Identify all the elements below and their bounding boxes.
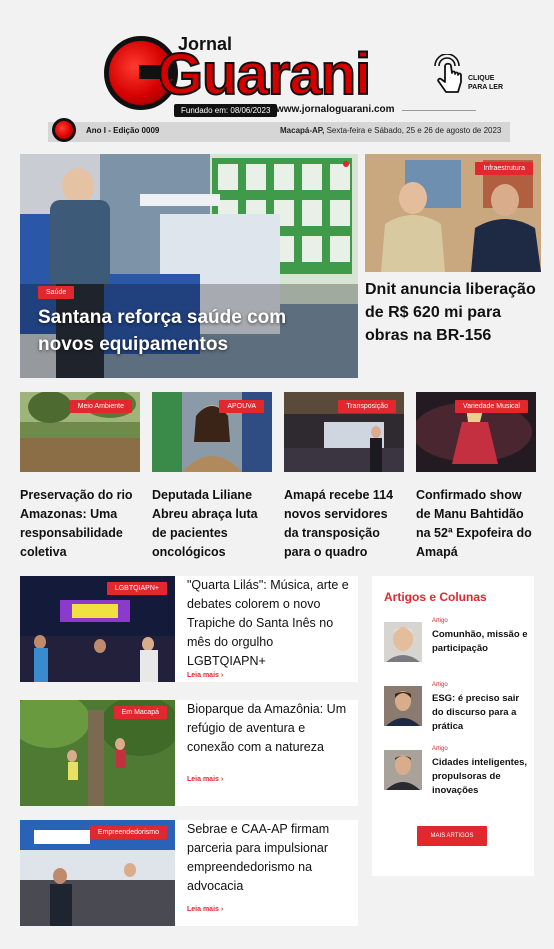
columnist-avatar bbox=[384, 750, 422, 790]
grid-story-image[interactable]: APOUVA bbox=[152, 392, 272, 472]
category-tag[interactable]: APOUVA bbox=[219, 400, 264, 413]
list-story-headline[interactable]: Bioparque da Amazônia: Um refúgio de ave… bbox=[187, 700, 352, 757]
category-tag[interactable]: Transposição bbox=[338, 400, 396, 413]
list-story-headline[interactable]: Sebrae e CAA-AP firmam parceria para imp… bbox=[187, 820, 352, 896]
category-tag[interactable]: Infraestrutura bbox=[475, 162, 533, 175]
articles-sidebar: Artigos e Colunas Artigo Comunhão, missã… bbox=[372, 576, 534, 876]
click-to-read-label: CLIQUE PARA LER bbox=[468, 75, 503, 91]
list-story-image[interactable]: Em Macapá bbox=[20, 700, 175, 806]
article-item[interactable]: Artigo Comunhão, missão e participação bbox=[384, 618, 530, 668]
grid-story-card[interactable]: Meio Ambiente Preservação do rio Amazona… bbox=[20, 392, 140, 562]
small-logo-icon bbox=[52, 118, 76, 142]
grid-story-headline[interactable]: Amapá recebe 114 novos servidores da tra… bbox=[284, 486, 404, 562]
category-tag[interactable]: LGBTQIAPN+ bbox=[106, 582, 167, 595]
category-tag[interactable]: Empreendedorismo bbox=[89, 826, 167, 839]
grid-story-card[interactable]: APOUVA Deputada Liliane Abreu abraça lut… bbox=[152, 392, 272, 562]
category-tag[interactable]: Em Macapá bbox=[113, 706, 167, 719]
edition-number: Ano I - Edição 0009 bbox=[86, 126, 160, 135]
featured-side-headline[interactable]: Dnit anuncia liberação de R$ 620 mi para… bbox=[365, 278, 545, 347]
logo-name: Guarani bbox=[157, 42, 372, 107]
article-category: Artigo bbox=[432, 618, 448, 624]
grid-story-card[interactable]: Variedade Musical Confirmado show de Man… bbox=[416, 392, 536, 562]
article-title[interactable]: Comunhão, missão e participação bbox=[432, 628, 528, 656]
article-category: Artigo bbox=[432, 682, 448, 688]
category-tag[interactable]: Variedade Musical bbox=[454, 400, 528, 413]
featured-side-photo-card[interactable]: Infraestrutura bbox=[365, 154, 541, 272]
tap-hand-icon bbox=[434, 54, 462, 93]
featured-main-headline[interactable]: Santana reforça saúde com novos equipame… bbox=[38, 304, 338, 358]
list-story-card[interactable]: Empreendedorismo Sebrae e CAA-AP firmam … bbox=[20, 820, 358, 926]
category-tag[interactable]: Meio Ambiente bbox=[69, 400, 132, 413]
date-text: Sexta-feira e Sábado, 25 e 26 de agosto … bbox=[326, 126, 502, 135]
featured-main-story[interactable]: Saúde Santana reforça saúde com novos eq… bbox=[20, 154, 358, 378]
founded-badge: Fundado em: 08/06/2023 bbox=[174, 104, 278, 117]
location: Macapá-AP, bbox=[280, 126, 325, 135]
article-title[interactable]: ESG: é preciso sair do discurso para a p… bbox=[432, 692, 528, 734]
list-story-image[interactable]: LGBTQIAPN+ bbox=[20, 576, 175, 682]
more-articles-button[interactable]: MAIS ARTIGOS bbox=[417, 826, 487, 846]
article-item[interactable]: Artigo Cidades inteligentes, propulsoras… bbox=[384, 746, 530, 810]
grid-story-headline[interactable]: Confirmado show de Manu Bahtidão na 52ª … bbox=[416, 486, 536, 562]
columnist-avatar bbox=[384, 622, 422, 662]
masthead: Jornal Guarani Fundado em: 08/06/2023 ww… bbox=[0, 0, 554, 150]
read-more-link[interactable]: Leia mais › bbox=[187, 906, 223, 913]
grid-story-headline[interactable]: Deputada Liliane Abreu abraça luta de pa… bbox=[152, 486, 272, 562]
read-more-link[interactable]: Leia mais › bbox=[187, 672, 223, 679]
category-tag[interactable]: Saúde bbox=[38, 286, 75, 299]
article-category: Artigo bbox=[432, 746, 448, 752]
article-item[interactable]: Artigo ESG: é preciso sair do discurso p… bbox=[384, 682, 530, 732]
edition-bar: Ano I - Edição 0009 Macapá-AP, Sexta-fei… bbox=[48, 118, 510, 142]
grid-story-image[interactable]: Meio Ambiente bbox=[20, 392, 140, 472]
list-story-card[interactable]: Em Macapá Bioparque da Amazônia: Um refú… bbox=[20, 700, 358, 806]
list-story-card[interactable]: LGBTQIAPN+ "Quarta Lilás": Música, arte … bbox=[20, 576, 358, 682]
list-story-headline[interactable]: "Quarta Lilás": Música, arte e debates c… bbox=[187, 576, 352, 671]
grid-story-image[interactable]: Transposição bbox=[284, 392, 404, 472]
website-link[interactable]: www.jornaloguarani.com bbox=[276, 104, 395, 115]
sidebar-heading: Artigos e Colunas bbox=[384, 590, 487, 604]
publication-date: Macapá-AP, Sexta-feira e Sábado, 25 e 26… bbox=[280, 126, 501, 135]
grid-story-card[interactable]: Transposição Amapá recebe 114 novos serv… bbox=[284, 392, 404, 562]
divider bbox=[402, 110, 476, 111]
read-more-link[interactable]: Leia mais › bbox=[187, 776, 223, 783]
article-title[interactable]: Cidades inteligentes, propulsoras de ino… bbox=[432, 756, 528, 798]
click-to-read-button[interactable]: CLIQUE PARA LER bbox=[430, 54, 510, 104]
list-story-image[interactable]: Empreendedorismo bbox=[20, 820, 175, 926]
columnist-avatar bbox=[384, 686, 422, 726]
grid-story-headline[interactable]: Preservação do rio Amazonas: Uma respons… bbox=[20, 486, 140, 562]
grid-story-image[interactable]: Variedade Musical bbox=[416, 392, 536, 472]
